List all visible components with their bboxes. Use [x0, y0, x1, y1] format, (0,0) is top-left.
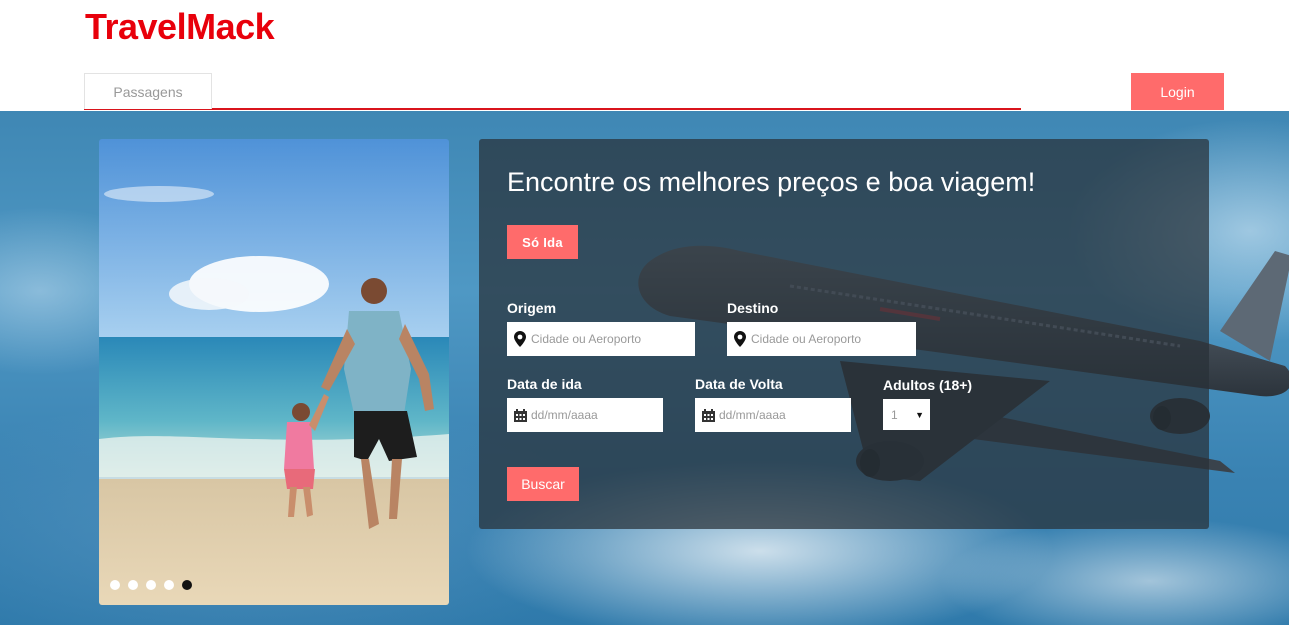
- nav-bar: Passagens: [84, 73, 1021, 110]
- depart-date-placeholder: dd/mm/aaaa: [531, 408, 598, 422]
- destination-placeholder: Cidade ou Aeroporto: [751, 332, 862, 346]
- map-marker-icon: [509, 331, 531, 347]
- beach-photo: [99, 139, 449, 605]
- destination-label: Destino: [727, 300, 779, 316]
- calendar-icon: [509, 408, 531, 422]
- one-way-button[interactable]: Só Ida: [507, 225, 578, 259]
- adults-value: 1: [891, 407, 898, 422]
- carousel-dot[interactable]: [164, 580, 174, 590]
- header: TravelMack Passagens Login: [0, 0, 1289, 111]
- origin-label: Origem: [507, 300, 557, 316]
- carousel-dot[interactable]: [110, 580, 120, 590]
- origin-input[interactable]: Cidade ou Aeroporto: [507, 322, 695, 356]
- chevron-down-icon: ▼: [915, 409, 924, 420]
- map-marker-icon: [729, 331, 751, 347]
- return-date-input[interactable]: dd/mm/aaaa: [695, 398, 851, 432]
- destination-input[interactable]: Cidade ou Aeroporto: [727, 322, 916, 356]
- login-button[interactable]: Login: [1131, 73, 1224, 110]
- depart-date-label: Data de ida: [507, 376, 582, 392]
- return-date-placeholder: dd/mm/aaaa: [719, 408, 786, 422]
- adults-label: Adultos (18+): [883, 377, 973, 393]
- adults-select[interactable]: 1 ▼: [883, 399, 930, 430]
- origin-placeholder: Cidade ou Aeroporto: [531, 332, 642, 346]
- carousel-dot-active[interactable]: [182, 580, 192, 590]
- calendar-icon: [697, 408, 719, 422]
- carousel-dot[interactable]: [128, 580, 138, 590]
- site-logo[interactable]: TravelMack: [85, 6, 275, 48]
- return-date-label: Data de Volta: [695, 376, 783, 392]
- tab-passagens[interactable]: Passagens: [84, 73, 212, 109]
- carousel-dot[interactable]: [146, 580, 156, 590]
- search-button[interactable]: Buscar: [507, 467, 579, 501]
- carousel-indicators: [110, 580, 192, 590]
- search-title: Encontre os melhores preços e boa viagem…: [507, 167, 1036, 197]
- image-carousel[interactable]: [99, 139, 449, 605]
- search-panel: Encontre os melhores preços e boa viagem…: [479, 139, 1209, 529]
- depart-date-input[interactable]: dd/mm/aaaa: [507, 398, 663, 432]
